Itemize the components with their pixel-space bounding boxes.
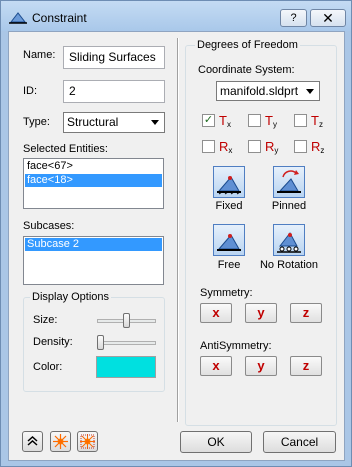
antisymmetry-z-button[interactable]: z <box>290 356 322 376</box>
list-item[interactable]: face<67> <box>25 160 162 173</box>
ty-checkbox[interactable] <box>248 114 261 127</box>
free-caption: Free <box>217 259 241 271</box>
selected-entities-label: Selected Entities: <box>23 143 108 155</box>
check-mark-icon: ✓ <box>203 114 214 126</box>
type-value: Structural <box>67 115 119 129</box>
cancel-button[interactable]: Cancel <box>263 431 336 453</box>
collapse-button[interactable] <box>22 431 43 452</box>
close-button[interactable]: ✕ <box>310 9 346 27</box>
type-label: Type: <box>23 116 50 128</box>
highlight-button[interactable] <box>50 431 71 452</box>
id-label: ID: <box>23 85 38 97</box>
list-item[interactable]: face<18> <box>25 174 162 187</box>
dof-title: Degrees of Freedom <box>195 39 300 51</box>
ry-label: Ry <box>265 139 279 155</box>
help-button[interactable]: ? <box>280 9 307 27</box>
list-item[interactable]: Subcase 2 <box>25 238 162 251</box>
ok-button[interactable]: OK <box>180 431 252 453</box>
pinned-icon <box>277 170 301 193</box>
pinned-button[interactable] <box>273 166 305 198</box>
name-label: Name: <box>23 49 56 61</box>
density-track <box>97 341 156 345</box>
pinned-caption: Pinned <box>271 200 307 212</box>
fixed-icon <box>217 176 241 195</box>
antisymmetry-y-button[interactable]: y <box>245 356 277 376</box>
fixed-button[interactable] <box>213 166 245 198</box>
antisymmetry-x-button[interactable]: x <box>200 356 232 376</box>
color-label: Color: <box>33 361 63 373</box>
constraint-dialog: Constraint ? ✕ Name: Sliding Surfaces ID… <box>0 0 352 467</box>
window-title: Constraint <box>32 11 87 25</box>
no-rotation-button[interactable] <box>273 224 305 256</box>
antisymmetry-label: AntiSymmetry: <box>200 340 272 352</box>
density-label: Density: <box>33 336 73 348</box>
fixed-caption: Fixed <box>215 200 243 212</box>
name-field[interactable]: Sliding Surfaces <box>63 46 165 69</box>
rx-label: Rx <box>219 139 233 155</box>
subcases-label: Subcases: <box>23 220 75 232</box>
rz-checkbox[interactable] <box>294 140 307 153</box>
free-icon <box>217 234 241 251</box>
symmetry-x-button[interactable]: x <box>200 303 232 323</box>
constraint-icon <box>9 12 27 24</box>
ty-label: Ty <box>265 113 277 129</box>
dialog-client: Name: Sliding Surfaces ID: 2 Type: Struc… <box>8 31 345 461</box>
tz-label: Tz <box>311 113 323 129</box>
no-rotation-icon <box>277 232 301 253</box>
coordinate-system-value: manifold.sldprt <box>220 84 299 98</box>
symmetry-y-button[interactable]: y <box>245 303 277 323</box>
size-slider[interactable] <box>123 313 130 328</box>
no-rotation-caption: No Rotation <box>259 259 319 271</box>
tx-checkbox[interactable]: ✓ <box>202 114 215 127</box>
coordinate-system-select[interactable]: manifold.sldprt <box>216 81 320 101</box>
title-bar[interactable]: Constraint ? ✕ <box>1 1 351 31</box>
tz-checkbox[interactable] <box>294 114 307 127</box>
density-slider[interactable] <box>97 335 104 350</box>
symmetry-z-button[interactable]: z <box>290 303 322 323</box>
starburst-icon <box>53 434 68 449</box>
selected-entities-list[interactable]: face<67> face<18> <box>23 158 164 209</box>
subcases-list[interactable]: Subcase 2 <box>23 236 164 285</box>
id-field[interactable]: 2 <box>63 80 165 103</box>
rz-label: Rz <box>311 139 325 155</box>
type-select[interactable]: Structural <box>63 112 165 133</box>
symmetry-label: Symmetry: <box>200 287 253 299</box>
color-swatch[interactable] <box>96 356 156 378</box>
column-divider <box>177 38 179 422</box>
tx-label: Tx <box>219 113 231 129</box>
highlight-grid-button[interactable] <box>77 431 98 452</box>
chevron-down-icon <box>151 120 159 125</box>
free-button[interactable] <box>213 224 245 256</box>
coordinate-system-label: Coordinate System: <box>198 64 295 76</box>
display-options-title: Display Options <box>30 291 112 303</box>
starburst-grid-icon <box>80 434 95 449</box>
ry-checkbox[interactable] <box>248 140 261 153</box>
rx-checkbox[interactable] <box>202 140 215 153</box>
double-chevron-up-icon <box>27 435 38 446</box>
size-label: Size: <box>33 314 58 326</box>
chevron-down-icon <box>306 89 314 94</box>
